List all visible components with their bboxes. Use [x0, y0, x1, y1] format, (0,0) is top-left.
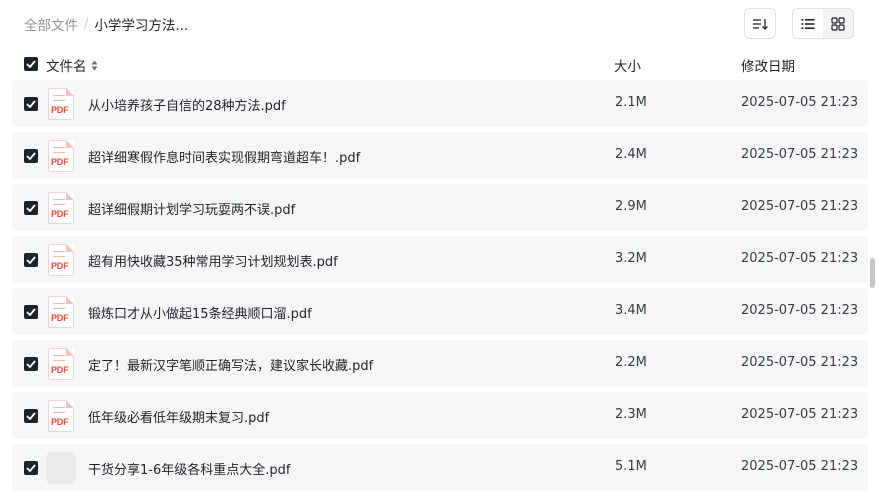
check-icon — [26, 60, 36, 68]
file-size: 3.2M — [615, 251, 647, 266]
pdf-file-icon: PDF — [48, 244, 74, 276]
file-size: 5.1M — [615, 459, 647, 474]
grid-view-icon — [831, 16, 845, 31]
select-all-checkbox[interactable] — [24, 57, 38, 71]
grid-view-button[interactable] — [823, 9, 853, 38]
check-icon — [26, 256, 36, 264]
file-modified-date: 2025-07-05 21:23 — [741, 459, 859, 474]
file-row[interactable]: PDF 超有用快收藏35种常用学习计划规划表.pdf 3.2M 2025-07-… — [12, 236, 868, 283]
check-icon — [26, 412, 36, 420]
file-name[interactable]: 超详细寒假作息时间表实现假期弯道超车！.pdf — [88, 147, 360, 166]
file-row[interactable]: 干货分享1-6年级各科重点大全.pdf 5.1M 2025-07-05 21:2… — [12, 444, 868, 491]
file-row[interactable]: PDF 超详细假期计划学习玩耍两不误.pdf 2.9M 2025-07-05 2… — [12, 184, 868, 231]
file-modified-date: 2025-07-05 21:23 — [741, 199, 859, 214]
top-bar: 全部文件 / 小学学习方法... — [0, 0, 878, 48]
table-header: 文件名 大小 修改日期 — [12, 48, 868, 80]
breadcrumb-current-folder: 小学学习方法... — [94, 18, 189, 34]
file-size: 3.4M — [615, 303, 647, 318]
file-size: 2.2M — [615, 355, 647, 370]
row-checkbox[interactable] — [24, 201, 38, 215]
file-name[interactable]: 从小培养孩子自信的28种方法.pdf — [88, 95, 286, 114]
pdf-file-icon: PDF — [48, 192, 74, 224]
sort-list-icon — [753, 18, 768, 30]
breadcrumb: 全部文件 / 小学学习方法... — [24, 14, 189, 35]
pdf-file-icon: PDF — [48, 88, 74, 120]
check-icon — [26, 100, 36, 108]
check-icon — [26, 204, 36, 212]
file-name[interactable]: 超详细假期计划学习玩耍两不误.pdf — [88, 199, 295, 218]
column-header-name-label: 文件名 — [46, 59, 87, 75]
file-size: 2.4M — [615, 147, 647, 162]
file-size: 2.1M — [615, 95, 647, 110]
file-modified-date: 2025-07-05 21:23 — [741, 303, 859, 318]
vertical-scrollbar[interactable] — [870, 258, 875, 288]
file-modified-date: 2025-07-05 21:23 — [741, 407, 859, 422]
breadcrumb-root-link[interactable]: 全部文件 — [24, 14, 78, 34]
pdf-file-icon: PDF — [48, 400, 74, 432]
check-icon — [26, 464, 36, 472]
column-header-name[interactable]: 文件名 — [46, 55, 98, 75]
file-row[interactable]: PDF 锻炼口才从小做起15条经典顺口溜.pdf 3.4M 2025-07-05… — [12, 288, 868, 335]
pdf-file-icon: PDF — [48, 348, 74, 380]
file-row[interactable]: PDF 低年级必看低年级期末复习.pdf 2.3M 2025-07-05 21:… — [12, 392, 868, 439]
file-row[interactable]: PDF 定了！最新汉字笔顺正确写法，建议家长收藏.pdf 2.2M 2025-0… — [12, 340, 868, 387]
row-checkbox[interactable] — [24, 409, 38, 423]
pdf-file-icon: PDF — [48, 296, 74, 328]
row-checkbox[interactable] — [24, 149, 38, 163]
column-header-size[interactable]: 大小 — [614, 55, 641, 75]
check-icon — [26, 308, 36, 316]
file-row[interactable]: PDF 超详细寒假作息时间表实现假期弯道超车！.pdf 2.4M 2025-07… — [12, 132, 868, 179]
row-checkbox[interactable] — [24, 461, 38, 475]
list-view-icon — [801, 18, 815, 29]
row-checkbox[interactable] — [24, 305, 38, 319]
check-icon — [26, 152, 36, 160]
file-modified-date: 2025-07-05 21:23 — [741, 147, 859, 162]
file-name[interactable]: 低年级必看低年级期末复习.pdf — [88, 407, 269, 426]
file-modified-date: 2025-07-05 21:23 — [741, 355, 859, 370]
file-size: 2.9M — [615, 199, 647, 214]
view-toggle — [792, 8, 854, 39]
check-icon — [26, 360, 36, 368]
file-size: 2.3M — [615, 407, 647, 422]
file-name[interactable]: 锻炼口才从小做起15条经典顺口溜.pdf — [88, 303, 312, 322]
breadcrumb-separator: / — [84, 16, 89, 32]
column-header-modified[interactable]: 修改日期 — [741, 55, 795, 75]
file-name[interactable]: 定了！最新汉字笔顺正确写法，建议家长收藏.pdf — [88, 355, 373, 374]
file-name[interactable]: 超有用快收藏35种常用学习计划规划表.pdf — [88, 251, 338, 270]
pdf-file-icon: PDF — [48, 140, 74, 172]
row-checkbox[interactable] — [24, 253, 38, 267]
file-row[interactable]: PDF 从小培养孩子自信的28种方法.pdf 2.1M 2025-07-05 2… — [12, 80, 868, 127]
row-checkbox[interactable] — [24, 357, 38, 371]
file-modified-date: 2025-07-05 21:23 — [741, 95, 859, 110]
file-list: PDF 从小培养孩子自信的28种方法.pdf 2.1M 2025-07-05 2… — [12, 80, 868, 496]
file-modified-date: 2025-07-05 21:23 — [741, 251, 859, 266]
sort-caret-icon — [91, 60, 98, 71]
row-checkbox[interactable] — [24, 97, 38, 111]
file-placeholder-icon — [46, 452, 76, 484]
file-name[interactable]: 干货分享1-6年级各科重点大全.pdf — [88, 459, 290, 478]
sort-button[interactable] — [744, 8, 776, 39]
list-view-button[interactable] — [793, 9, 823, 38]
